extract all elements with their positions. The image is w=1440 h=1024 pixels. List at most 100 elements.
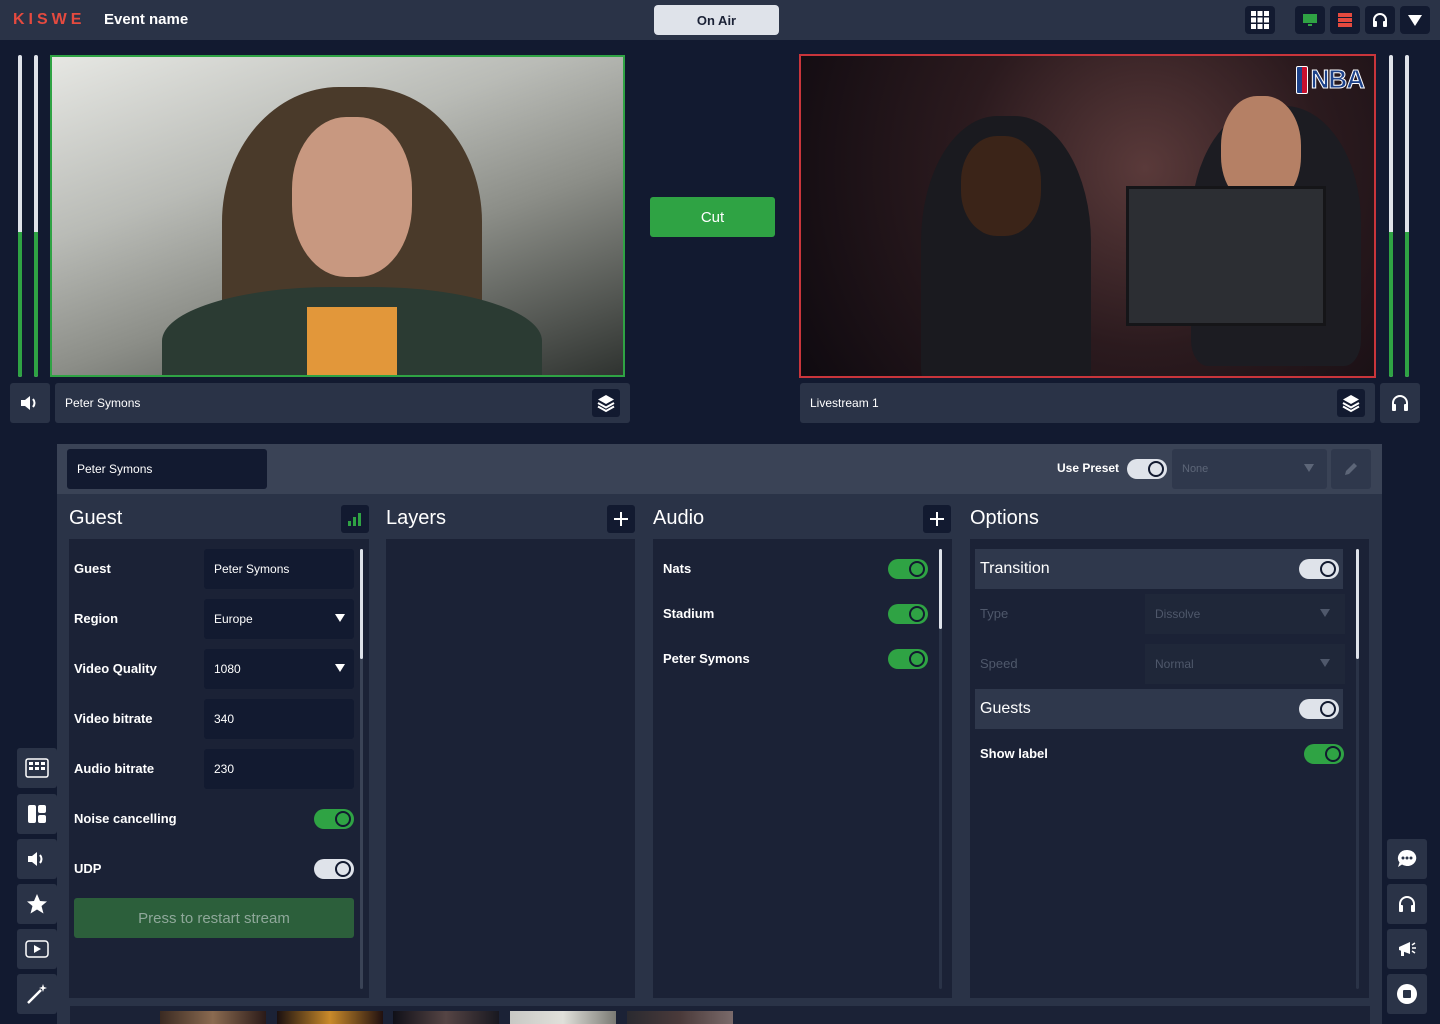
speaker-button[interactable] xyxy=(10,383,50,423)
right-audio-meter-2 xyxy=(1405,55,1409,377)
effects-button[interactable] xyxy=(17,974,57,1014)
monitor-icon xyxy=(1303,14,1317,26)
layout-button[interactable] xyxy=(17,794,57,834)
udp-toggle[interactable] xyxy=(314,859,354,879)
program-layers-button[interactable] xyxy=(1337,389,1365,417)
program-source-name: Livestream 1 xyxy=(810,396,879,410)
transition-speed-select[interactable]: Normal xyxy=(1145,644,1345,684)
transition-type-select[interactable]: Dissolve xyxy=(1145,594,1345,634)
pencil-icon xyxy=(1345,463,1357,475)
program-video[interactable]: NBA xyxy=(799,54,1376,378)
multiview-button[interactable] xyxy=(17,748,57,788)
chevron-down-icon xyxy=(1320,659,1330,667)
source-thumbnail[interactable] xyxy=(160,1011,266,1024)
multiview-icon xyxy=(25,758,49,778)
guest-stats-button[interactable] xyxy=(341,505,369,533)
highlights-button[interactable] xyxy=(17,884,57,924)
source-thumbnail[interactable] xyxy=(627,1011,733,1024)
restart-stream-button[interactable]: Press to restart stream xyxy=(74,898,354,938)
program-headset-button[interactable] xyxy=(1380,383,1420,423)
transition-speed-value: Normal xyxy=(1155,657,1194,671)
transition-toggle[interactable] xyxy=(1299,559,1339,579)
server-status-button[interactable] xyxy=(1330,6,1360,34)
show-label-label: Show label xyxy=(980,746,1048,761)
video-play-icon xyxy=(25,940,49,958)
guest-scrollbar[interactable] xyxy=(360,549,363,659)
chevron-down-icon xyxy=(335,614,345,622)
right-audio-meter-1 xyxy=(1389,55,1393,377)
source-thumbnail[interactable] xyxy=(510,1011,616,1024)
video-quality-select[interactable]: 1080 xyxy=(204,649,354,689)
show-label-toggle[interactable] xyxy=(1304,744,1344,764)
preview-video[interactable] xyxy=(50,55,625,377)
options-scrollbar[interactable] xyxy=(1356,549,1359,659)
audio-item-toggle[interactable] xyxy=(888,649,928,669)
layers-section-title: Layers xyxy=(386,507,447,529)
chevron-down-icon xyxy=(1304,464,1314,472)
left-audio-meter-2 xyxy=(34,55,38,377)
audio-item-label: Nats xyxy=(663,561,692,576)
video-bitrate-field[interactable]: 340 xyxy=(204,699,354,739)
region-value: Europe xyxy=(214,612,253,626)
cut-button[interactable]: Cut xyxy=(650,197,775,237)
options-column: Transition Type Dissolve Speed Normal Gu… xyxy=(970,539,1369,998)
guests-toggle[interactable] xyxy=(1299,699,1339,719)
grid-view-button[interactable] xyxy=(1245,6,1275,34)
nba-logo: NBA xyxy=(1295,64,1366,95)
speed-label: Speed xyxy=(980,656,1018,671)
audio-item-label: Peter Symons xyxy=(663,651,750,666)
guest-section-title: Guest xyxy=(69,507,123,529)
add-layer-button[interactable] xyxy=(607,505,635,533)
transition-label: Transition xyxy=(980,560,1050,577)
audio-item-toggle[interactable] xyxy=(888,604,928,624)
shield-chevron-icon xyxy=(1408,15,1422,26)
server-icon xyxy=(1338,13,1352,27)
preview-label-bar: Peter Symons xyxy=(55,383,630,423)
monitor-status-button[interactable] xyxy=(1295,6,1325,34)
options-section-title: Options xyxy=(970,507,1039,529)
audio-mixer-button[interactable] xyxy=(17,839,57,879)
audio-item-toggle[interactable] xyxy=(888,559,928,579)
preset-select-value: None xyxy=(1182,463,1209,475)
program-label-bar: Livestream 1 xyxy=(800,383,1375,423)
guests-header: Guests xyxy=(975,689,1343,729)
region-select[interactable]: Europe xyxy=(204,599,354,639)
audio-bitrate-field[interactable]: 230 xyxy=(204,749,354,789)
account-menu-button[interactable] xyxy=(1400,6,1430,34)
use-preset-toggle[interactable] xyxy=(1127,459,1167,479)
add-audio-button[interactable] xyxy=(923,505,951,533)
announce-button[interactable] xyxy=(1387,929,1427,969)
source-thumbnail[interactable] xyxy=(393,1011,499,1024)
preset-select[interactable]: None xyxy=(1172,449,1327,489)
video-quality-value: 1080 xyxy=(214,662,241,676)
record-stop-button[interactable] xyxy=(1387,974,1427,1014)
layers-column xyxy=(386,539,635,998)
headset-button[interactable] xyxy=(1365,6,1395,34)
on-air-button[interactable]: On Air xyxy=(654,5,779,35)
edit-preset-button[interactable] xyxy=(1331,449,1371,489)
grid-icon xyxy=(1251,11,1269,29)
guests-label: Guests xyxy=(980,700,1031,717)
preview-layers-button[interactable] xyxy=(592,389,620,417)
guest-column: Guest Peter Symons Region Europe Video Q… xyxy=(69,539,369,998)
magic-wand-icon xyxy=(27,984,47,1004)
guest-name-field[interactable]: Peter Symons xyxy=(204,549,354,589)
audio-scrollbar[interactable] xyxy=(939,549,942,629)
speaker-icon xyxy=(28,852,43,866)
settings-panel: Peter Symons Use Preset None Guest Guest… xyxy=(57,444,1382,1024)
udp-label: UDP xyxy=(74,861,102,876)
preview-source-name: Peter Symons xyxy=(65,396,141,410)
intercom-button[interactable] xyxy=(1387,884,1427,924)
chat-button[interactable] xyxy=(1387,839,1427,879)
audio-bitrate-label: Audio bitrate xyxy=(74,761,155,776)
source-thumbnail[interactable] xyxy=(277,1011,383,1024)
stop-circle-icon xyxy=(1397,984,1417,1004)
guest-label: Guest xyxy=(74,561,111,576)
use-preset-label: Use Preset xyxy=(1057,461,1120,475)
layers-icon xyxy=(1342,395,1360,413)
selected-source-field[interactable]: Peter Symons xyxy=(67,449,267,489)
playback-button[interactable] xyxy=(17,929,57,969)
audio-item-label: Stadium xyxy=(663,606,715,621)
noise-cancelling-toggle[interactable] xyxy=(314,809,354,829)
event-name[interactable]: Event name xyxy=(104,11,188,28)
